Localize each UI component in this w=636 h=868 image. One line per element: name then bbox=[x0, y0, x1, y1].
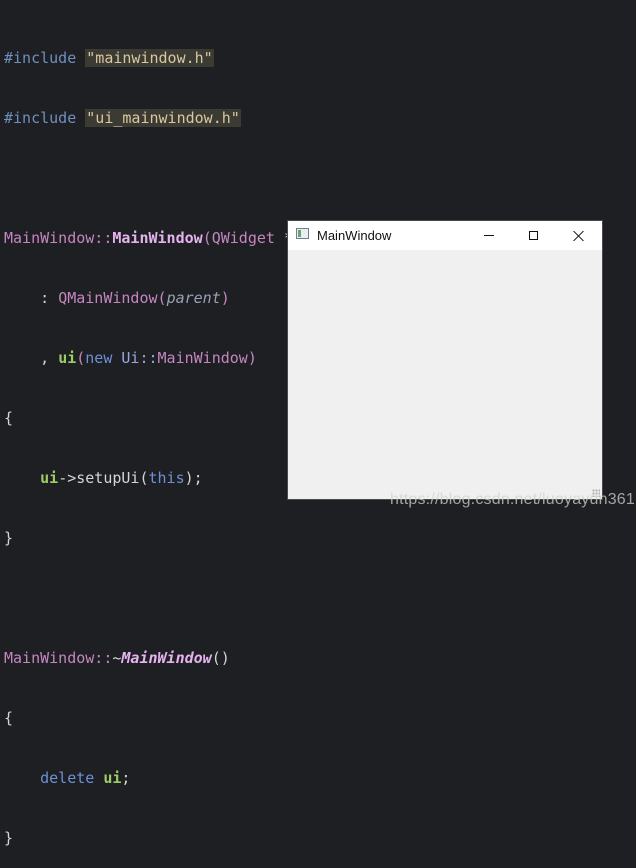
member-ui: ui bbox=[103, 769, 122, 787]
code-line-13: delete ui; bbox=[4, 768, 356, 788]
close-brace: } bbox=[4, 829, 14, 847]
paren: ( bbox=[202, 229, 212, 247]
include-string: "mainwindow.h" bbox=[85, 49, 214, 67]
keyword-this: this bbox=[148, 469, 185, 487]
destructor-name: MainWindow bbox=[121, 649, 212, 667]
code-line-1: #include "mainwindow.h" bbox=[4, 48, 356, 68]
code-line-14: } bbox=[4, 828, 356, 848]
type-name: QWidget bbox=[211, 229, 275, 247]
base-class: QMainWindow bbox=[58, 289, 158, 307]
open-brace: { bbox=[4, 409, 14, 427]
colon: : bbox=[40, 289, 59, 307]
close-brace: } bbox=[4, 529, 14, 547]
class-scope: MainWindow:: bbox=[4, 649, 113, 667]
code-line-12: { bbox=[4, 708, 356, 728]
paren: ) bbox=[247, 349, 257, 367]
statement-end: ; bbox=[121, 769, 131, 787]
minimize-icon bbox=[484, 235, 494, 236]
paren: ) bbox=[220, 289, 230, 307]
comma: , bbox=[40, 349, 59, 367]
maximize-icon bbox=[528, 231, 538, 240]
member-ui: ui bbox=[58, 349, 77, 367]
watermark: https://blog.csdn.net/luoyayun361 bbox=[390, 491, 635, 508]
code-line-9: } bbox=[4, 528, 356, 548]
app-window-icon bbox=[296, 228, 309, 239]
argument: parent bbox=[166, 289, 221, 307]
open-brace: { bbox=[4, 709, 14, 727]
paren: () bbox=[211, 649, 230, 667]
code-line-2: #include "ui_mainwindow.h" bbox=[4, 108, 356, 128]
call-setupui: ->setupUi( bbox=[58, 469, 149, 487]
window-title: MainWindow bbox=[317, 228, 392, 243]
close-icon bbox=[573, 230, 585, 242]
namespace-ui: Ui:: bbox=[112, 349, 158, 367]
close-button[interactable] bbox=[556, 221, 602, 250]
include-string: "ui_mainwindow.h" bbox=[85, 109, 241, 127]
member-ui: ui bbox=[40, 469, 59, 487]
class-scope: MainWindow:: bbox=[4, 229, 113, 247]
preprocessor-include: #include bbox=[4, 109, 77, 127]
maximize-button[interactable] bbox=[510, 221, 556, 250]
paren: ( bbox=[157, 289, 167, 307]
minimize-button[interactable] bbox=[466, 221, 512, 250]
statement-end: ); bbox=[184, 469, 203, 487]
keyword-new: new bbox=[85, 349, 113, 367]
tilde: ~ bbox=[112, 649, 122, 667]
window-client-area[interactable] bbox=[288, 250, 602, 499]
keyword-delete: delete bbox=[40, 769, 95, 787]
constructor-name: MainWindow bbox=[112, 229, 203, 247]
class-name: MainWindow bbox=[157, 349, 248, 367]
preprocessor-include: #include bbox=[4, 49, 77, 67]
code-line-11: MainWindow::~MainWindow() bbox=[4, 648, 356, 668]
window-titlebar[interactable]: MainWindow bbox=[288, 221, 602, 250]
main-window[interactable]: MainWindow bbox=[288, 221, 602, 499]
paren: ( bbox=[76, 349, 86, 367]
